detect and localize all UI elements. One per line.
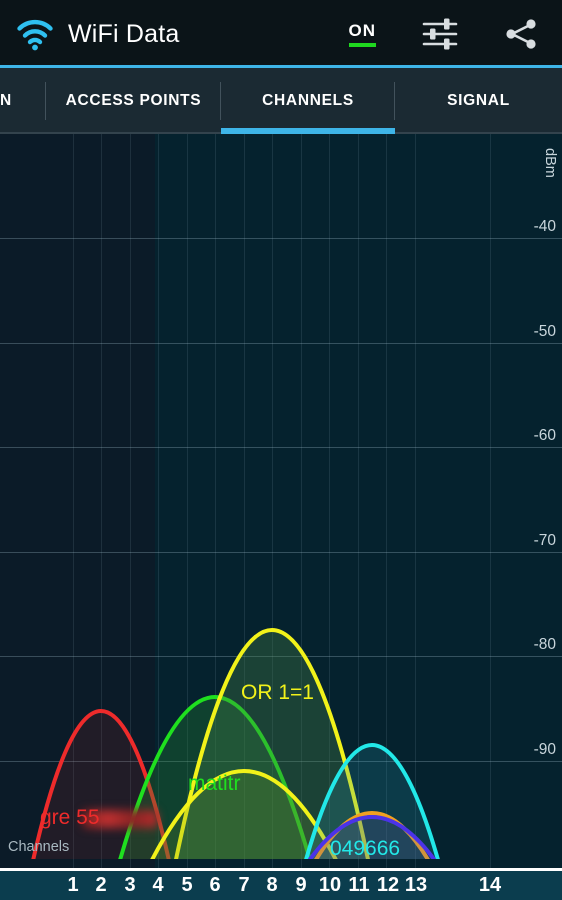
tab-signal-label: SIGNAL: [447, 92, 510, 109]
y-tick: -60: [533, 427, 556, 444]
y-axis-title: dBm: [542, 148, 558, 178]
app-title: WiFi Data: [68, 19, 180, 48]
share-icon[interactable]: [502, 17, 540, 51]
y-tick: -80: [533, 636, 556, 653]
x-tick-6: 6: [209, 874, 221, 896]
wifi-power-toggle[interactable]: ON: [348, 21, 376, 47]
wifi-icon: [16, 17, 54, 51]
x-tick-12: 12: [376, 874, 400, 896]
y-tick: -50: [533, 323, 556, 340]
x-tick-9: 9: [295, 874, 307, 896]
x-tick-3: 3: [124, 874, 136, 896]
channels-chart[interactable]: gre 55 matitr OR 1=1 049666 Wierzbik dBm…: [0, 134, 562, 871]
wifi-power-label: ON: [348, 21, 376, 40]
x-tick-10: 10: [318, 874, 342, 896]
tab-bar: N ACCESS POINTS CHANNELS SIGNAL: [0, 68, 562, 134]
tab-signal[interactable]: SIGNAL: [395, 68, 562, 134]
title-bar: WiFi Data ON: [0, 0, 562, 68]
x-tick-11: 11: [348, 874, 370, 896]
tab-access-points[interactable]: ACCESS POINTS: [46, 68, 221, 134]
tab-partial-label: N: [0, 92, 12, 109]
y-tick: -40: [533, 218, 556, 235]
ssid-label-2: OR 1=1: [241, 681, 314, 704]
x-tick-1: 1: [67, 874, 79, 896]
x-tick-5: 5: [181, 874, 193, 896]
x-tick-8: 8: [266, 874, 278, 896]
signal-curves: [31, 628, 440, 859]
x-tick-13: 13: [404, 874, 428, 896]
ssid-label-3: 049666: [330, 837, 401, 860]
wifi-analyzer-screen: WiFi Data ON N ACCESS POINTS CHANNELS SI…: [0, 0, 562, 900]
channel-axis-strip: 1 2 3 4 5 6 7 8 9 10 11 12 13 14: [0, 868, 562, 900]
x-tick-7: 7: [238, 874, 250, 896]
x-tick-4: 4: [152, 874, 164, 896]
tab-active-indicator: [221, 128, 395, 134]
settings-sliders-icon[interactable]: [420, 16, 460, 52]
x-tick-2: 2: [95, 874, 107, 896]
wifi-power-underline: [348, 43, 376, 47]
tab-channels-label: CHANNELS: [262, 92, 354, 109]
ssid-label-0: gre 55: [40, 806, 100, 829]
tab-access-points-label: ACCESS POINTS: [65, 92, 202, 109]
tab-partial-left[interactable]: N: [0, 68, 46, 134]
ssid-label-1: matitr: [188, 772, 241, 795]
x-tick-14: 14: [478, 874, 502, 896]
x-axis-title: Channels: [8, 839, 70, 855]
tab-channels[interactable]: CHANNELS: [221, 68, 395, 134]
y-tick: -70: [533, 532, 556, 549]
y-tick: -90: [533, 741, 556, 758]
